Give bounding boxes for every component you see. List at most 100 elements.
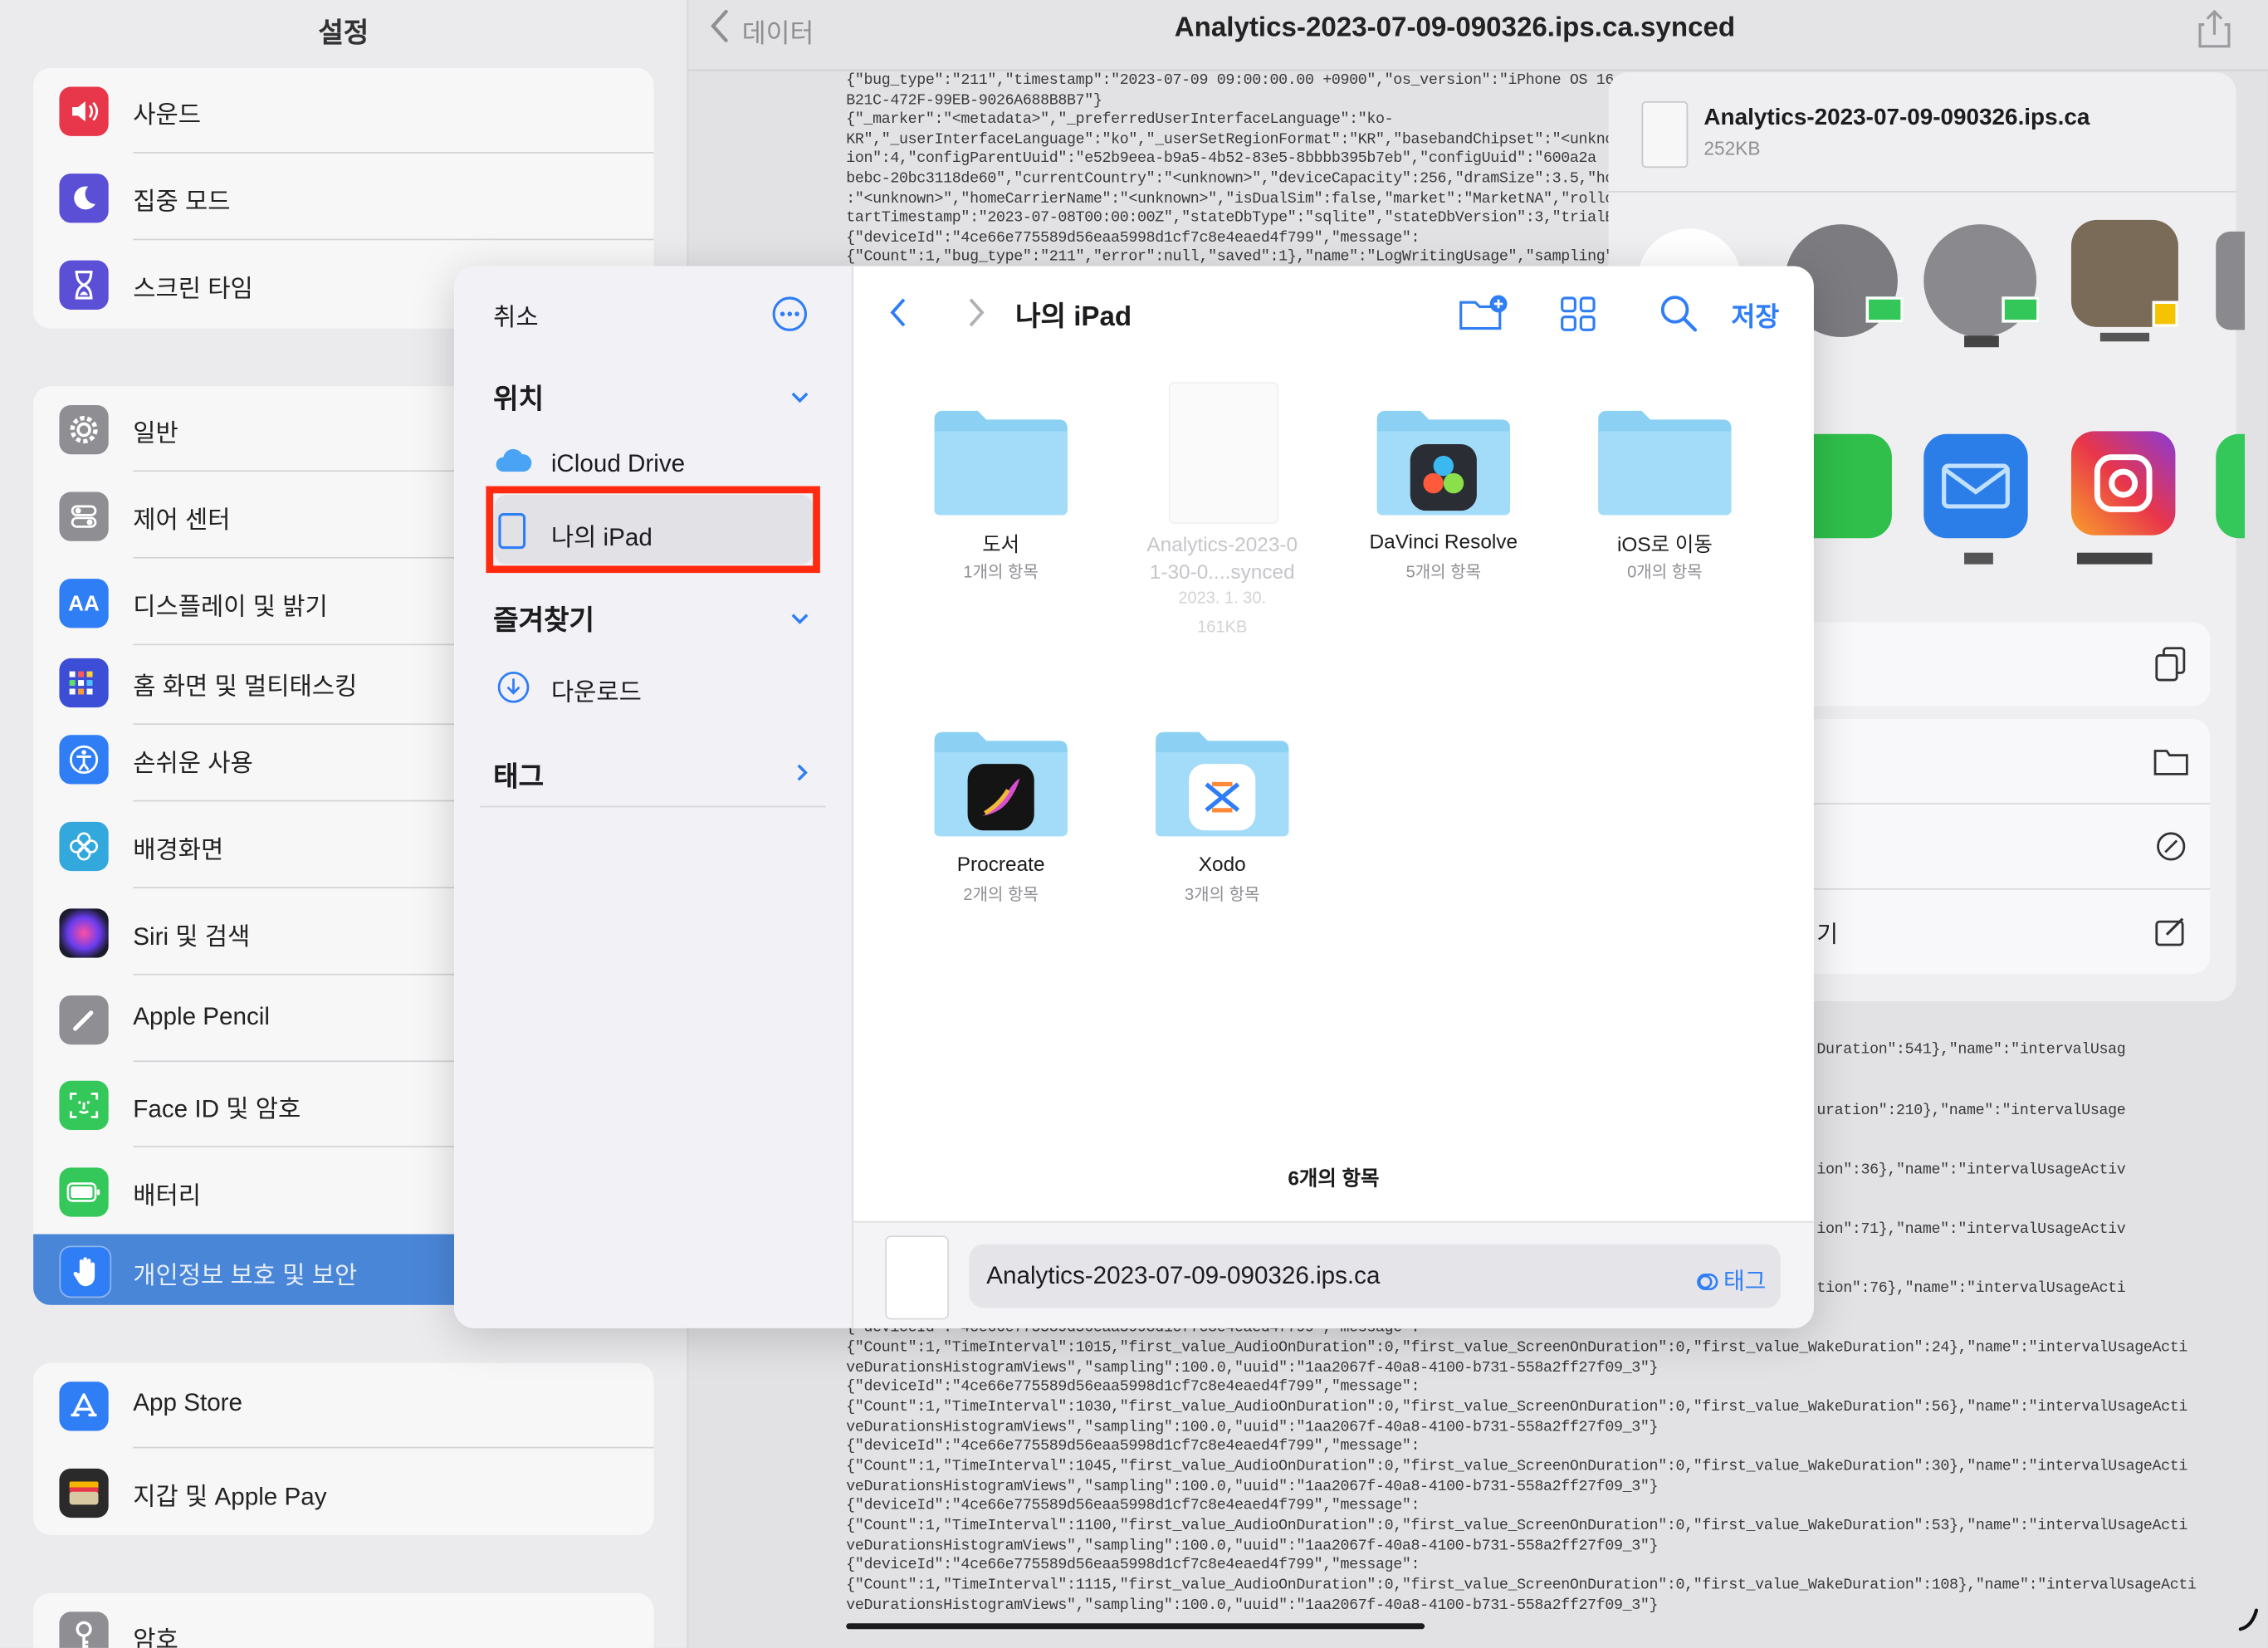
copy-icon bbox=[2153, 645, 2190, 682]
log-line: {"Count":1,"bug_type":"211","error":null… bbox=[846, 248, 1676, 267]
settings-item-label: 디스플레이 및 밝기 bbox=[133, 593, 328, 621]
log-line: :"<unknown>","homeCarrierName":"<unknown… bbox=[846, 191, 1632, 208]
log-line: veDurationsHistogramViews","sampling":10… bbox=[846, 1597, 1659, 1615]
folder-item-move-to-ios[interactable]: iOS로 이동 0개의 항목 bbox=[1557, 408, 1773, 624]
log-line: ion":71},"name":"intervalUsageActiv bbox=[1816, 1220, 2126, 1239]
log-line: veDurationsHistogramViews","sampling":10… bbox=[846, 1419, 1659, 1437]
instagram-app-icon[interactable] bbox=[2070, 431, 2176, 535]
item-name: 1-30-0....synced bbox=[1149, 560, 1295, 584]
settings-title: 설정 bbox=[318, 18, 369, 50]
settings-item-label: 배터리 bbox=[133, 1181, 202, 1210]
settings-item-label: App Store bbox=[133, 1388, 243, 1417]
pencil-icon bbox=[59, 995, 109, 1045]
mail-app-icon[interactable] bbox=[1923, 433, 2028, 539]
settings-item-label: 홈 화면 및 멀티태스킹 bbox=[133, 672, 358, 701]
settings-item-focus[interactable]: 집중 모드 bbox=[33, 154, 654, 241]
share-file-name: Analytics-2023-07-09-090326.ips.ca bbox=[1703, 105, 2090, 130]
toggles-icon bbox=[59, 491, 109, 541]
log-line: {"bug_type":"211","timestamp":"2023-07-0… bbox=[846, 72, 1632, 90]
new-folder-icon[interactable] bbox=[1458, 292, 1510, 333]
item-name: Analytics-2023-0 bbox=[1146, 532, 1298, 556]
search-icon[interactable] bbox=[1659, 294, 1699, 335]
filename-field[interactable]: Analytics-2023-07-09-090326.ips.ca 태그 bbox=[969, 1244, 1781, 1308]
item-subtitle: 0개의 항목 bbox=[1627, 564, 1703, 582]
log-line: uration":210},"name":"intervalUsage bbox=[1816, 1102, 2126, 1120]
log-line: veDurationsHistogramViews","sampling":10… bbox=[846, 1360, 1659, 1378]
item-subtitle: 2개의 항목 bbox=[963, 887, 1039, 905]
settings-item-label: 집중 모드 bbox=[133, 188, 231, 216]
appstore-icon bbox=[59, 1381, 109, 1431]
settings-item-label: Apple Pencil bbox=[133, 1002, 270, 1030]
settings-item-label: Face ID 및 암호 bbox=[133, 1095, 301, 1123]
log-line: tion":76},"name":"intervalUsageActi bbox=[1816, 1280, 2126, 1298]
hourglass-icon bbox=[59, 260, 109, 310]
settings-item-label: 제어 센터 bbox=[133, 506, 231, 535]
gear-icon bbox=[59, 404, 109, 455]
flower-icon bbox=[59, 821, 109, 872]
grid-view-icon[interactable] bbox=[1559, 296, 1596, 333]
settings-item-passwords[interactable]: 암호 bbox=[33, 1593, 653, 1648]
share-action-copy[interactable] bbox=[1752, 622, 2211, 707]
log-line: {"_marker":"<metadata>","_preferredUserI… bbox=[846, 111, 1394, 130]
log-line: ion":4,"configParentUuid":"e52b9eea-b9a5… bbox=[846, 150, 1596, 169]
chevron-right-icon[interactable] bbox=[793, 762, 813, 782]
file-icon bbox=[1168, 382, 1279, 524]
chevron-left-icon[interactable] bbox=[888, 296, 908, 330]
chevron-down-icon[interactable] bbox=[789, 609, 809, 629]
cloud-icon bbox=[493, 446, 534, 475]
share-action-save-files[interactable] bbox=[1752, 719, 2211, 804]
settings-item-wallet[interactable]: 지갑 및 Apple Pay bbox=[33, 1450, 653, 1535]
settings-item-label: 지갑 및 Apple Pay bbox=[133, 1483, 327, 1511]
item-date: 2023. 1. 30. bbox=[1178, 590, 1267, 608]
settings-item-app-store[interactable]: App Store bbox=[33, 1363, 654, 1449]
log-line: {"Count":1,"TimeInterval":1100,"first_va… bbox=[846, 1518, 2187, 1536]
log-line: veDurationsHistogramViews","sampling":10… bbox=[846, 1479, 1659, 1496]
settings-item-label: 스크린 타임 bbox=[133, 275, 253, 303]
item-count: 6개의 항목 bbox=[1288, 1166, 1380, 1190]
item-name: Xodo bbox=[1198, 852, 1246, 876]
picker-main: 나의 iPad 저장 도서 1개의 항목 Analytics-2023-0 1-… bbox=[853, 266, 1814, 1328]
folder-item-xodo[interactable]: Xodo 3개의 항목 bbox=[1114, 729, 1331, 946]
markup-icon bbox=[2153, 828, 2190, 865]
moon-icon bbox=[59, 174, 109, 223]
back-button[interactable]: 데이터 bbox=[742, 13, 814, 51]
save-button[interactable]: 저장 bbox=[1732, 296, 1780, 334]
log-line: {"Count":1,"TimeInterval":1115,"first_va… bbox=[846, 1577, 2197, 1595]
chevron-right-icon[interactable] bbox=[966, 296, 986, 330]
favorite-downloads[interactable]: 다운로드 bbox=[551, 672, 642, 708]
text-selection-handle bbox=[846, 1623, 1425, 1630]
location-icloud-drive[interactable]: iCloud Drive bbox=[551, 450, 685, 479]
log-line: tartTimestamp":"2023-07-08T00:00:00Z","s… bbox=[846, 209, 1650, 227]
more-options-icon[interactable] bbox=[771, 296, 809, 333]
battery-icon bbox=[59, 1167, 109, 1217]
folder-item-davinci-resolve[interactable]: DaVinci Resolve 5개의 항목 bbox=[1335, 408, 1552, 624]
settings-item-sound[interactable]: 사운드 bbox=[33, 68, 654, 154]
share-file-size: 252KB bbox=[1703, 137, 1761, 159]
folder-item-procreate[interactable]: Procreate 2개의 항목 bbox=[892, 729, 1109, 946]
file-thumbnail bbox=[885, 1235, 949, 1320]
cancel-button[interactable]: 취소 bbox=[493, 296, 539, 333]
item-name: Procreate bbox=[956, 852, 1045, 876]
share-action-edit[interactable]: 기 bbox=[1752, 889, 2211, 974]
pencil-hover-icon bbox=[2236, 1606, 2260, 1631]
share-icon[interactable] bbox=[2196, 8, 2233, 49]
siri-icon bbox=[59, 908, 109, 958]
chevron-left-icon[interactable] bbox=[709, 8, 729, 53]
download-icon bbox=[496, 670, 531, 705]
tag-button[interactable]: 태그 bbox=[1696, 1262, 1766, 1299]
share-action-markup[interactable] bbox=[1752, 804, 2211, 889]
folder-item-books[interactable]: 도서 1개의 항목 bbox=[892, 408, 1109, 624]
filename-value[interactable]: Analytics-2023-07-09-090326.ips.ca bbox=[986, 1262, 1380, 1291]
tags-header[interactable]: 태그 bbox=[493, 756, 544, 795]
picker-title: 나의 iPad bbox=[1015, 302, 1132, 333]
log-line: bebc-20bc3118de60","currentCountry":"<un… bbox=[846, 170, 1623, 188]
document-title: Analytics-2023-07-09-090326.ips.ca.synce… bbox=[1174, 12, 1736, 44]
xodo-icon bbox=[1189, 764, 1256, 831]
favorites-header: 즐겨찾기 bbox=[493, 606, 594, 637]
log-line: {"Count":1,"TimeInterval":1015,"first_va… bbox=[846, 1339, 2187, 1357]
settings-group-4: 암호 bbox=[33, 1592, 654, 1648]
grid-icon bbox=[59, 658, 109, 708]
item-name: DaVinci Resolve bbox=[1369, 529, 1518, 553]
chevron-down-icon[interactable] bbox=[789, 388, 809, 408]
log-line: veDurationsHistogramViews","sampling":10… bbox=[846, 1538, 1659, 1556]
